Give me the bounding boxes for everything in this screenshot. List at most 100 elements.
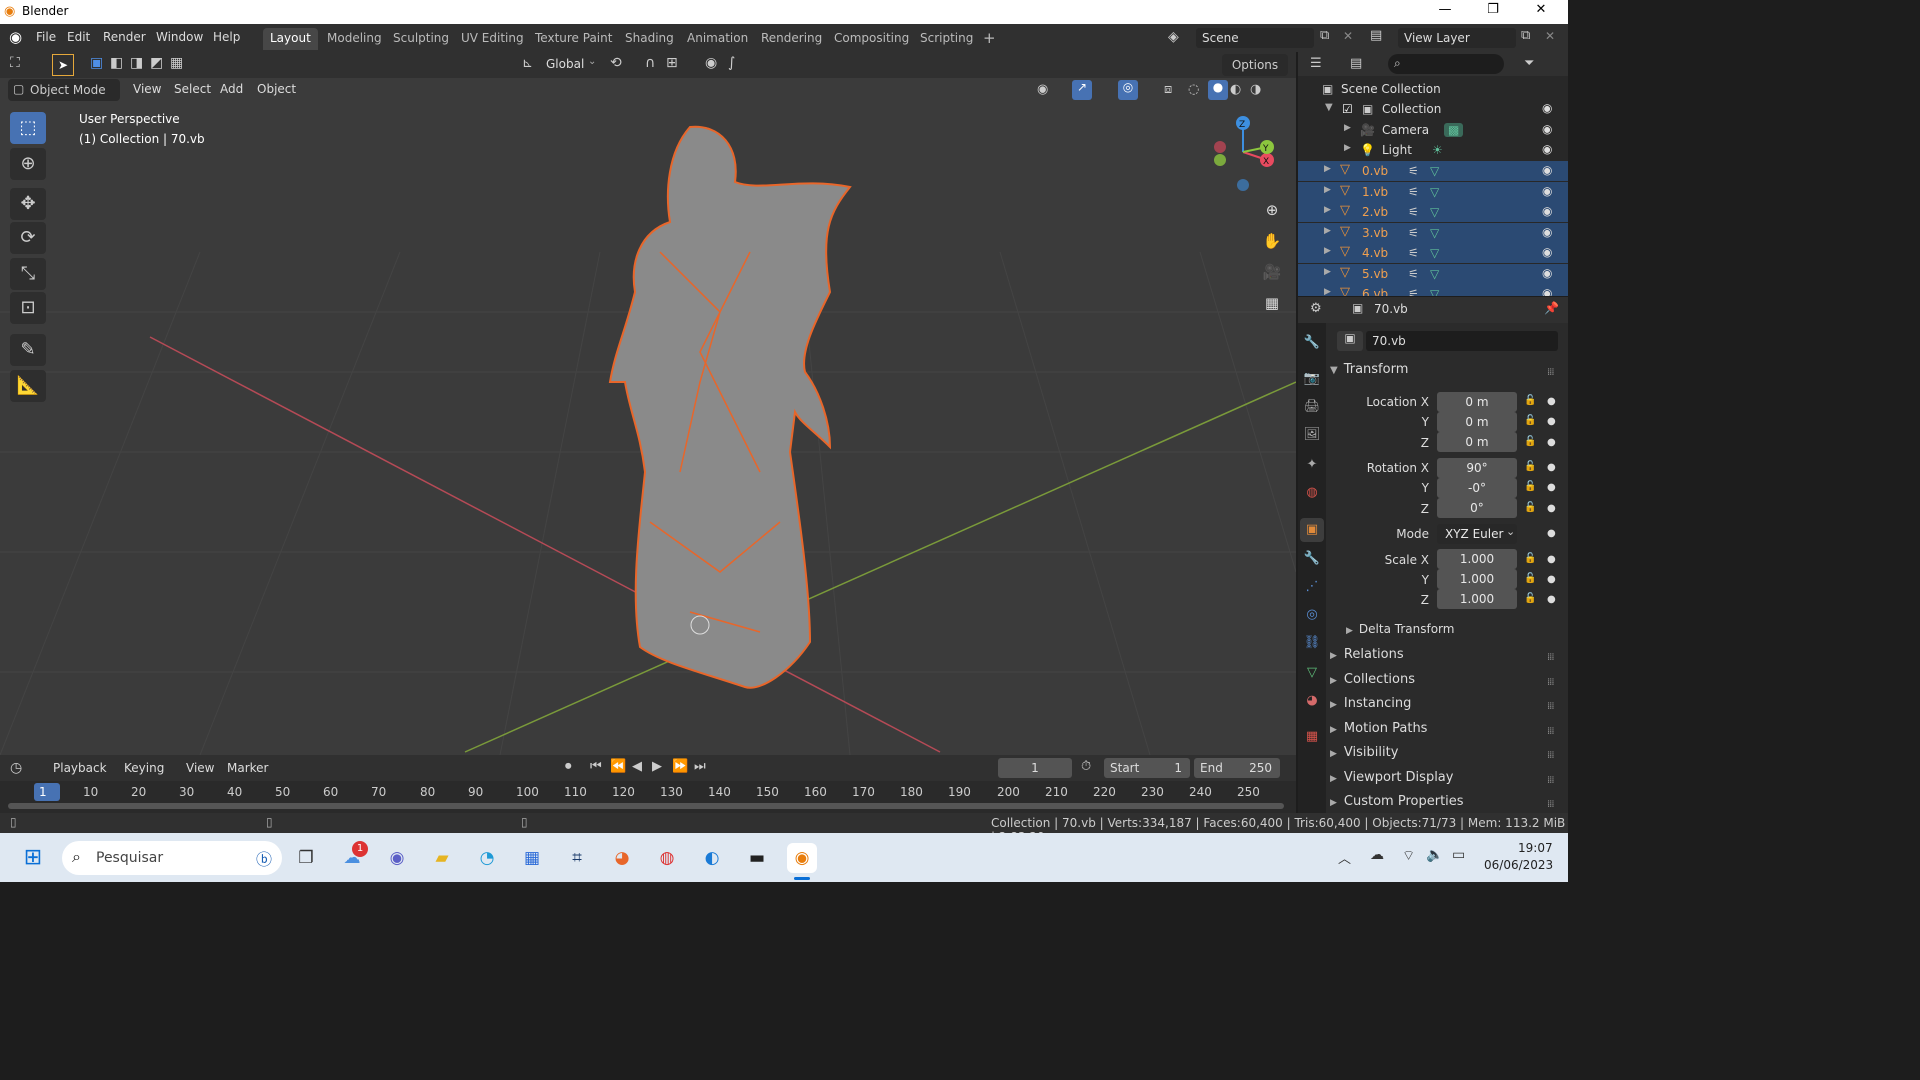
timeline-menu-playback[interactable]: Playback [53,761,107,775]
annotate-tool[interactable]: ✎ [10,334,46,366]
windows-start-icon[interactable]: ⊞ [18,843,48,873]
scene-tab-icon[interactable]: ✦ [1300,453,1324,477]
disclosure-right-icon[interactable]: ▶ [1324,246,1331,256]
panel-grip-icon[interactable]: ⁞⁞⁞ [1547,367,1554,378]
eye-icon[interactable]: ◉ [1542,142,1552,156]
modifier-icon[interactable]: ⚟ [1408,164,1419,178]
scale-tool[interactable]: ⤡ [10,258,46,290]
disclosure-right-icon[interactable]: ▶ [1324,267,1331,277]
disclosure-right-icon[interactable]: ▶ [1344,143,1351,153]
new-view-layer-icon[interactable]: ⧉ [1521,28,1530,43]
file-explorer-icon[interactable]: ▰ [427,843,457,873]
play-reverse-icon[interactable]: ◀ [632,759,642,774]
tab-uv-editing[interactable]: UV Editing [454,28,531,50]
mesh-data-icon[interactable]: ▽ [1430,164,1439,178]
menu-render[interactable]: Render [103,30,146,44]
tab-scripting[interactable]: Scripting [913,28,980,50]
keyframe-dot-icon[interactable]: ● [1547,416,1556,427]
measure-tool[interactable]: 📐 [10,370,46,402]
outliner[interactable]: ☰ ▤ ⌕ ⏷ ▣ Scene Collection ▼ ☑ ▣ Collect… [1298,52,1568,296]
properties-panel-header[interactable]: ▶ Instancing [1330,696,1562,718]
record-icon[interactable]: ⏺ [565,759,572,774]
tab-compositing[interactable]: Compositing [827,28,916,50]
tab-texture-paint[interactable]: Texture Paint [528,28,619,50]
output-tab-icon[interactable]: 🖨 [1300,395,1324,419]
outliner-mesh-row[interactable]: ▶ ▽ 6.vb ⚟ ▽ ◉ [1298,284,1568,296]
panel-grip-icon[interactable]: ⁞⁞⁞ [1547,799,1554,810]
select-cursor-icon[interactable]: ➤ [52,54,74,76]
app-icon[interactable]: ⌗ [562,843,592,873]
collection-checkbox[interactable]: ☑ [1342,102,1353,116]
select-mode-subtract-icon[interactable]: ◨ [130,55,143,71]
lock-icon[interactable]: 🔓 [1524,395,1536,406]
tool-tab-icon[interactable]: 🔧 [1300,331,1324,355]
panel-grip-icon[interactable]: ⁞⁞⁞ [1547,750,1554,761]
modifier-icon[interactable]: ⚟ [1408,185,1419,199]
delta-transform-header[interactable]: ▶ Delta Transform [1346,622,1578,644]
properties-panel-header[interactable]: ▶ Collections [1330,672,1562,694]
disclosure-down-icon[interactable]: ▼ [1325,102,1333,113]
menu-edit[interactable]: Edit [67,30,90,44]
viewport-menu-view[interactable]: View [133,82,161,96]
snap-magnet-icon[interactable]: ∩ [645,55,655,71]
proportional-edit-icon[interactable]: ◉ [705,55,717,71]
onedrive-icon[interactable]: ☁ [1370,847,1384,863]
3d-viewport[interactable]: ⛶ ➤ ▣ ◧ ◨ ◩ ▦ ⊾ Global ⌄ ⟲ ∩ ⊞ ◉ ∫ Optio… [0,52,1296,755]
light-data-icon[interactable]: ☀ [1432,143,1443,157]
menu-window[interactable]: Window [156,30,203,44]
outliner-mesh-row[interactable]: ▶ ▽ 5.vb ⚟ ▽ ◉ [1298,263,1568,284]
delete-view-layer-icon[interactable]: ✕ [1545,29,1555,43]
mesh-data-icon[interactable]: ▽ [1430,185,1439,199]
rendered-shading-icon[interactable]: ◑ [1250,82,1261,97]
mesh-data-icon[interactable]: ▽ [1430,287,1439,296]
next-keyframe-icon[interactable]: ⏩ [672,759,688,774]
modifier-icon[interactable]: ⚟ [1408,205,1419,219]
disclosure-right-icon[interactable]: ▶ [1324,164,1331,174]
camera-data-icon[interactable]: ▩ [1444,123,1464,137]
object-tab-icon[interactable]: ▣ [1300,518,1324,542]
pivot-point-icon[interactable]: ⟲ [610,55,622,71]
task-view-icon[interactable]: ❐ [291,843,321,873]
timeline-menu-marker[interactable]: Marker [227,761,268,775]
tab-sculpting[interactable]: Sculpting [386,28,456,50]
falloff-curve-icon[interactable]: ∫ [728,55,735,71]
properties-panel-header[interactable]: ▶ Visibility [1330,745,1562,767]
outliner-mesh-row[interactable]: ▶ ▽ 1.vb ⚟ ▽ ◉ [1298,181,1568,202]
disclosure-right-icon[interactable]: ▶ [1344,123,1351,133]
clock-time[interactable]: 19:07 [1518,841,1553,855]
app-icon-2[interactable]: ◐ [697,843,727,873]
teams-chat-icon[interactable]: ◉ [382,843,412,873]
lock-icon[interactable]: 🔓 [1524,415,1536,426]
lock-icon[interactable]: 🔓 [1524,481,1536,492]
material-tab-icon[interactable]: ◕ [1300,689,1324,713]
keyframe-dot-icon[interactable]: ● [1547,396,1556,407]
modifier-icon[interactable]: ⚟ [1408,246,1419,260]
chevron-up-icon[interactable]: ︿ [1338,848,1351,867]
gizmo-toggle-icon[interactable]: ↗ [1072,80,1092,100]
outliner-mesh-row[interactable]: ▶ ▽ 4.vb ⚟ ▽ ◉ [1298,243,1568,263]
properties-panel-header[interactable]: ▶ Motion Paths [1330,721,1562,743]
minimize-button[interactable]: — [1422,2,1468,22]
cursor-tool[interactable]: ⊕ [10,148,46,180]
timeline-editor[interactable]: ◷ Playback Keying View Marker ⏺ ⏮ ⏪ ◀ ▶ … [0,755,1296,813]
end-frame-field[interactable]: End 250 [1194,758,1280,778]
menu-file[interactable]: File [36,30,56,44]
keyframe-dot-icon[interactable]: ● [1547,554,1556,565]
keyframe-dot-icon[interactable]: ● [1547,462,1556,473]
properties-panel-header[interactable]: ▶ Viewport Display [1330,770,1562,792]
lock-icon[interactable]: 🔓 [1524,553,1536,564]
keyframe-dot-icon[interactable]: ● [1547,528,1556,539]
transform-panel-header[interactable]: ▼ Transform [1330,362,1562,384]
particles-tab-icon[interactable]: ⋰ [1300,575,1324,599]
keyframe-dot-icon[interactable]: ● [1547,482,1556,493]
select-mode-extend-icon[interactable]: ◧ [110,55,123,71]
playhead[interactable] [34,783,60,801]
lock-icon[interactable]: 🔓 [1524,593,1536,604]
microsoft-store-icon[interactable]: ▦ [517,843,547,873]
eye-icon[interactable]: ◉ [1542,286,1552,296]
material-shading-icon[interactable]: ◐ [1230,82,1241,97]
options-dropdown[interactable]: Options [1222,54,1288,76]
mesh-data-icon[interactable]: ▽ [1430,267,1439,281]
render-tab-icon[interactable]: 📷 [1300,367,1324,391]
prev-keyframe-icon[interactable]: ⏪ [610,759,626,774]
